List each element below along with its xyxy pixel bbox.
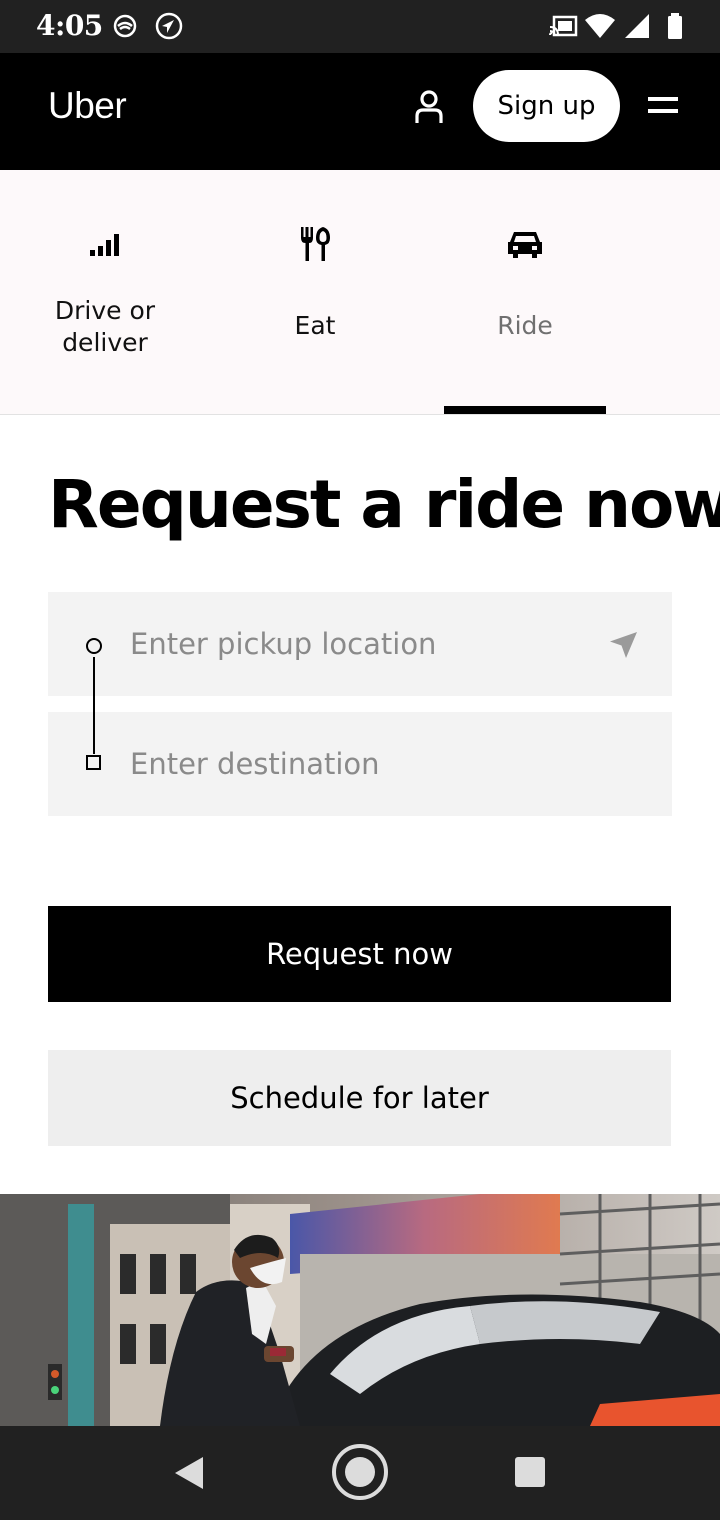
fork-knife-icon <box>301 227 330 261</box>
sign-up-button[interactable]: Sign up <box>473 70 620 142</box>
tab-label: Eat <box>294 311 336 340</box>
pickup-location-input[interactable] <box>130 592 600 696</box>
tab-eat[interactable]: Eat <box>210 170 420 415</box>
status-time: 4:05 <box>36 9 103 42</box>
pickup-dot-icon <box>86 638 102 654</box>
home-icon[interactable] <box>330 1442 390 1502</box>
active-tab-indicator <box>444 406 606 414</box>
tab-drive-or-deliver[interactable]: Drive or deliver <box>0 170 210 415</box>
status-bar: 4:05 <box>0 0 720 53</box>
tab-label: Ride <box>497 311 553 340</box>
battery-icon <box>668 13 682 39</box>
navigation-app-icon <box>155 12 183 40</box>
tab-label: Drive or deliver <box>54 296 156 357</box>
ring-app-icon <box>113 14 137 38</box>
destination-square-icon <box>86 755 101 770</box>
system-navigation-bar <box>0 1426 720 1520</box>
uber-logo[interactable]: Uber <box>48 85 127 127</box>
request-now-button[interactable]: Request now <box>48 906 671 1002</box>
menu-icon[interactable] <box>648 95 678 117</box>
pickup-location-field[interactable] <box>48 592 672 696</box>
top-header: Uber Sign up <box>0 53 720 170</box>
route-connector-line <box>93 657 95 754</box>
destination-field[interactable] <box>48 712 672 816</box>
page-title: Request a ride now <box>48 466 720 543</box>
back-icon[interactable] <box>172 1454 206 1492</box>
cellular-signal-icon <box>625 14 649 38</box>
signal-bars-icon <box>90 234 119 256</box>
product-tabs: Drive or deliver Eat Ride <box>0 170 720 415</box>
car-icon <box>508 232 542 258</box>
tab-ride[interactable]: Ride <box>420 170 630 415</box>
cast-icon <box>549 15 578 37</box>
hero-image <box>0 1194 720 1426</box>
current-location-arrow-icon[interactable] <box>608 630 638 660</box>
user-icon[interactable] <box>412 89 446 125</box>
wifi-icon <box>585 14 615 38</box>
schedule-for-later-button[interactable]: Schedule for later <box>48 1050 671 1146</box>
recent-apps-icon[interactable] <box>514 1456 546 1488</box>
hero-photo <box>0 1194 720 1426</box>
destination-input[interactable] <box>130 712 600 816</box>
